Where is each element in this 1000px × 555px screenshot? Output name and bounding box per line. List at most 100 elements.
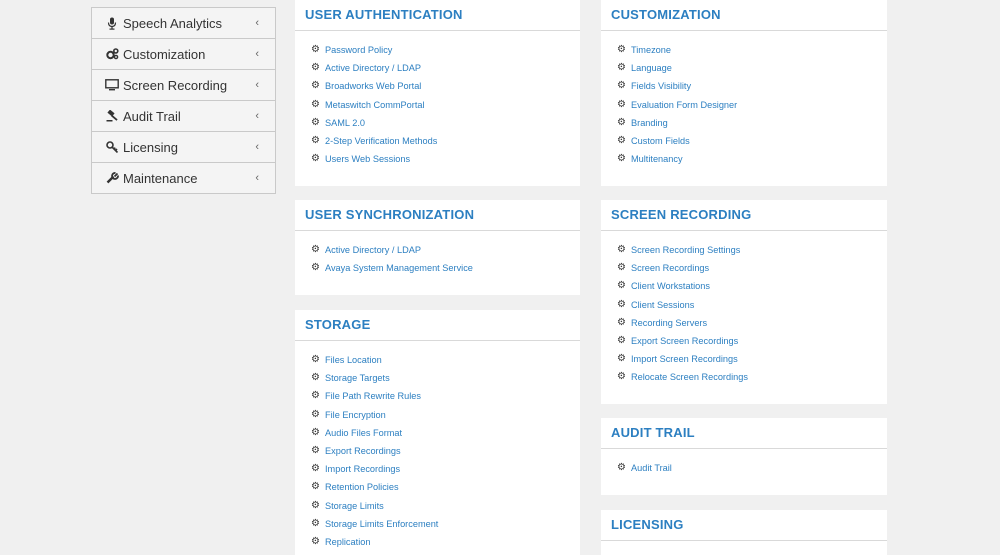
list-item[interactable]: ⚙ Active Directory / LDAP [311, 59, 580, 77]
settings-link[interactable]: Evaluation Form Designer [631, 96, 737, 114]
list-item[interactable]: ⚙ Audio Files Format [311, 424, 580, 442]
settings-link[interactable]: Custom Fields [631, 132, 690, 150]
list-item[interactable]: ⚙ Client Workstations [617, 277, 887, 295]
gear-icon: ⚙ [617, 80, 626, 92]
settings-link[interactable]: Audio Files Format [325, 424, 402, 442]
gear-icon: ⚙ [617, 262, 626, 274]
list-item[interactable]: ⚙ Client Sessions [617, 296, 887, 314]
settings-link-list: ⚙ Audit Trail [601, 449, 887, 477]
list-item[interactable]: ⚙ Screen Recordings [617, 259, 887, 277]
settings-link[interactable]: Language [631, 59, 672, 77]
list-item[interactable]: ⚙ Storage Limits [311, 497, 580, 515]
settings-link[interactable]: Timezone [631, 41, 671, 59]
list-item[interactable]: ⚙ Files Location [311, 351, 580, 369]
sidebar-item-maintenance[interactable]: Maintenance ‹ [92, 162, 275, 193]
list-item[interactable]: ⚙ Export Recordings [311, 442, 580, 460]
settings-link-list: ⚙ Timezone ⚙ Language ⚙ Fields Visibility ⚙… [601, 31, 887, 168]
settings-link[interactable]: Password Policy [325, 41, 392, 59]
list-item[interactable]: ⚙ Fields Visibility [617, 77, 887, 95]
settings-link[interactable]: Storage Limits Enforcement [325, 515, 438, 533]
list-item[interactable]: ⚙ Replication [311, 533, 580, 551]
list-item[interactable]: ⚙ Timezone [617, 41, 887, 59]
sidebar-item-customization[interactable]: Customization ‹ [92, 38, 275, 69]
settings-link[interactable]: Avaya System Management Service [325, 259, 473, 277]
settings-link[interactable]: Active Directory / LDAP [325, 59, 421, 77]
list-item[interactable]: ⚙ Storage Targets [311, 369, 580, 387]
list-item[interactable]: ⚙ 2-Step Verification Methods [311, 132, 580, 150]
settings-link[interactable]: Relocate Screen Recordings [631, 368, 748, 386]
list-item[interactable]: ⚙ Avaya System Management Service [311, 259, 580, 277]
list-item[interactable]: ⚙ Custom Fields [617, 132, 887, 150]
settings-link[interactable]: Branding [631, 114, 668, 132]
gear-icon: ⚙ [617, 44, 626, 56]
settings-link[interactable]: Client Workstations [631, 277, 710, 295]
list-item[interactable]: ⚙ Export Screen Recordings [617, 332, 887, 350]
list-item[interactable]: ⚙ Import Screen Recordings [617, 350, 887, 368]
list-item[interactable]: ⚙ Users Web Sessions [311, 150, 580, 168]
list-item[interactable]: ⚙ Screen Recording Settings [617, 241, 887, 259]
settings-link[interactable]: Storage Targets [325, 369, 390, 387]
settings-link[interactable]: Client Sessions [631, 296, 694, 314]
settings-link[interactable]: Recording Servers [631, 314, 707, 332]
gear-icon: ⚙ [617, 298, 626, 310]
sidebar-item-label: Customization [123, 46, 206, 62]
settings-link[interactable]: Multitenancy [631, 150, 683, 168]
gear-icon: ⚙ [617, 316, 626, 328]
list-item[interactable]: ⚙ Recording Servers [617, 314, 887, 332]
gear-icon: ⚙ [311, 62, 320, 74]
settings-link[interactable]: Files Location [325, 351, 382, 369]
gear-icon: ⚙ [617, 153, 626, 165]
settings-link[interactable]: Storage Limits [325, 497, 384, 515]
sidebar-nav: Speech Analytics ‹ Customization ‹ Scree… [91, 7, 276, 194]
settings-link[interactable]: Audit Trail [631, 459, 672, 477]
settings-link[interactable]: Active Directory / LDAP [325, 241, 421, 259]
settings-link[interactable]: Screen Recording Settings [631, 241, 740, 259]
list-item[interactable]: ⚙ File Path Rewrite Rules [311, 387, 580, 405]
list-item[interactable]: ⚙ Evaluation Form Designer [617, 96, 887, 114]
settings-link[interactable]: Import Recordings [325, 460, 400, 478]
settings-link[interactable]: Export Recordings [325, 442, 401, 460]
gavel-icon [104, 110, 120, 122]
list-item[interactable]: ⚙ SAML 2.0 [311, 114, 580, 132]
list-item[interactable]: ⚙ Branding [617, 114, 887, 132]
list-item[interactable]: ⚙ Password Policy [311, 41, 580, 59]
sidebar-item-audit-trail[interactable]: Audit Trail ‹ [92, 100, 275, 131]
list-item[interactable]: ⚙ Relocate Screen Recordings [617, 368, 887, 386]
settings-link[interactable]: Import Screen Recordings [631, 350, 738, 368]
settings-link[interactable]: Replication [325, 533, 370, 551]
panel-title: USER SYNCHRONIZATION [295, 200, 580, 231]
settings-link[interactable]: Metaswitch CommPortal [325, 96, 425, 114]
panel-user-authentication: USER AUTHENTICATION ⚙ Password Policy ⚙ Ac… [295, 0, 580, 186]
panel-user-synchronization: USER SYNCHRONIZATION ⚙ Active Directory /… [295, 200, 580, 295]
list-item[interactable]: ⚙ Retention Policies [311, 478, 580, 496]
sidebar-item-speech-analytics[interactable]: Speech Analytics ‹ [92, 7, 275, 38]
list-item[interactable]: ⚙ Storage Limits Enforcement [311, 515, 580, 533]
settings-link[interactable]: File Encryption [325, 406, 386, 424]
list-item[interactable]: ⚙ Broadworks Web Portal [311, 77, 580, 95]
list-item[interactable]: ⚙ Import Recordings [311, 460, 580, 478]
settings-link[interactable]: Retention Policies [325, 478, 399, 496]
settings-link[interactable]: Fields Visibility [631, 77, 691, 95]
key-icon [104, 141, 120, 153]
settings-link[interactable]: SAML 2.0 [325, 114, 365, 132]
list-item[interactable]: ⚙ Audit Trail [617, 459, 887, 477]
settings-link[interactable]: Broadworks Web Portal [325, 77, 421, 95]
settings-link[interactable]: 2-Step Verification Methods [325, 132, 437, 150]
chevron-left-icon: ‹ [255, 141, 259, 153]
list-item[interactable]: ⚙ Language [617, 59, 887, 77]
settings-link-list: ⚙ Screen Recording Settings ⚙ Screen Recor… [601, 231, 887, 387]
list-item[interactable]: ⚙ Active Directory / LDAP [311, 241, 580, 259]
list-item[interactable]: ⚙ File Encryption [311, 406, 580, 424]
settings-link[interactable]: Users Web Sessions [325, 150, 410, 168]
sidebar-item-label: Screen Recording [123, 77, 228, 93]
settings-link[interactable]: File Path Rewrite Rules [325, 387, 421, 405]
settings-link[interactable]: Screen Recordings [631, 259, 709, 277]
sidebar-item-screen-recording[interactable]: Screen Recording ‹ [92, 69, 275, 100]
sidebar-item-licensing[interactable]: Licensing ‹ [92, 131, 275, 162]
panel-audit-trail: AUDIT TRAIL ⚙ Audit Trail [601, 418, 887, 495]
list-item[interactable]: ⚙ Multitenancy [617, 150, 887, 168]
settings-link[interactable]: Export Screen Recordings [631, 332, 738, 350]
wrench-icon [104, 172, 120, 184]
list-item[interactable]: ⚙ Metaswitch CommPortal [311, 96, 580, 114]
chevron-left-icon: ‹ [255, 110, 259, 122]
